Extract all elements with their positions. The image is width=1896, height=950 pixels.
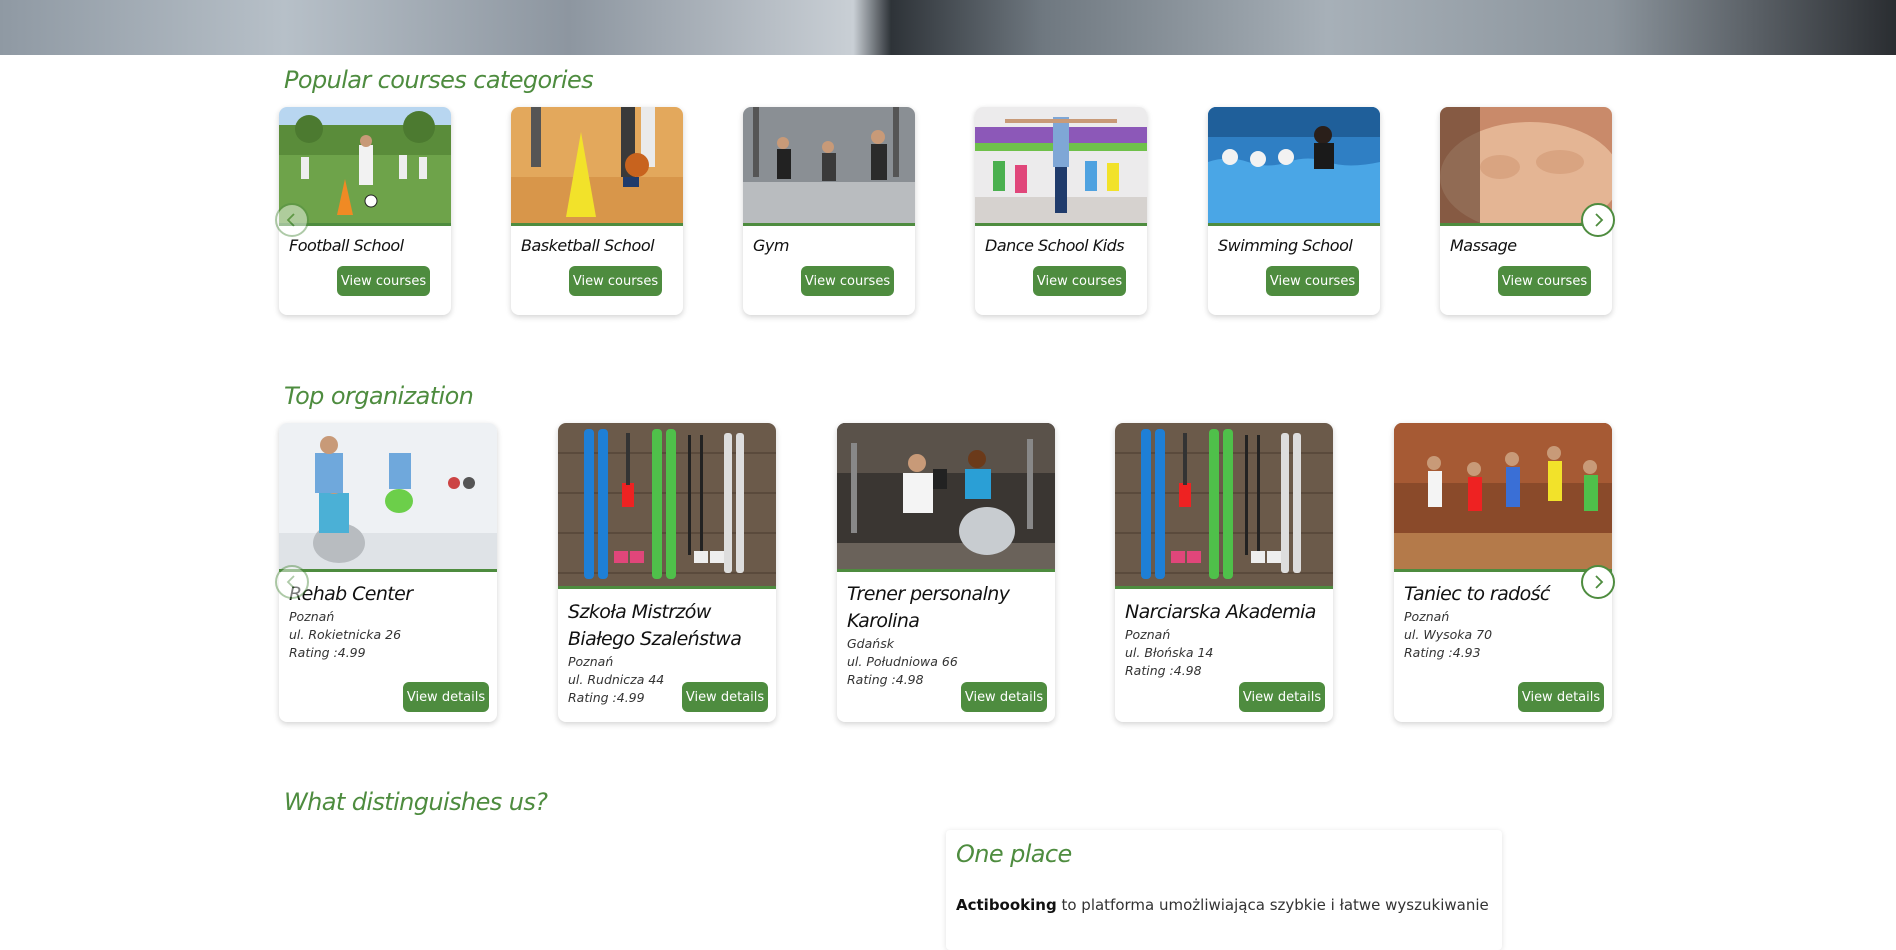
organization-name: Rehab Center: [289, 583, 413, 605]
view-details-button[interactable]: View details: [1239, 682, 1325, 712]
category-card: Dance School Kids View courses: [975, 107, 1147, 315]
feature-card-one-place: One place Actibooking to platforma umożl…: [946, 830, 1502, 950]
rehab-photo: [279, 423, 497, 572]
organization-city: Poznań: [1125, 627, 1171, 642]
organization-card: Taniec to radość Poznań ul. Wysoka 70 Ra…: [1394, 423, 1612, 722]
organization-card: Trener personalny Karolina Gdańsk ul. Po…: [837, 423, 1055, 722]
organization-info: Poznań ul. Rokietnicka 26 Rating :4.99: [289, 608, 401, 662]
organization-rating: Rating :4.98: [1125, 663, 1202, 678]
organization-street: ul. Rokietnicka 26: [289, 627, 402, 642]
distinguishes-title: What distinguishes us?: [284, 788, 548, 816]
view-courses-button[interactable]: View courses: [1266, 266, 1359, 296]
view-courses-button[interactable]: View courses: [1498, 266, 1591, 296]
category-name: Swimming School: [1218, 236, 1353, 255]
organization-city: Poznań: [289, 609, 335, 624]
feature-description: Actibooking to platforma umożliwiająca s…: [956, 896, 1489, 914]
dance-kids-photo: [975, 107, 1147, 226]
organization-name: Trener personalny Karolina: [847, 583, 1010, 632]
organization-name: Taniec to radość: [1404, 583, 1550, 605]
chevron-left-icon: [286, 213, 295, 227]
hero-banner-image: [0, 0, 1896, 55]
category-card: Swimming School View courses: [1208, 107, 1380, 315]
chevron-right-icon: [1595, 575, 1604, 589]
feature-text: to platforma umożliwiająca szybkie i łat…: [1056, 896, 1489, 914]
organization-name: Szkoła Mistrzów Białego Szaleństwa: [568, 601, 742, 650]
organization-street: ul. Południowa 66: [847, 654, 958, 669]
organization-info: Poznań ul. Rudnicza 44 Rating :4.99: [568, 653, 664, 707]
category-name: Basketball School: [521, 236, 655, 255]
organization-info: Poznań ul. Wysoka 70 Rating :4.93: [1404, 608, 1492, 662]
popular-categories-title: Popular courses categories: [284, 66, 594, 94]
organizations-prev-button[interactable]: [275, 565, 309, 599]
category-card: Gym View courses: [743, 107, 915, 315]
organization-info: Poznań ul. Błońska 14 Rating :4.98: [1125, 626, 1213, 680]
organization-rating: Rating :4.98: [847, 672, 924, 687]
trainer-photo: [837, 423, 1055, 572]
view-courses-button[interactable]: View courses: [1033, 266, 1126, 296]
view-details-button[interactable]: View details: [961, 682, 1047, 712]
skis-photo: [1115, 423, 1333, 589]
organization-city: Gdańsk: [847, 636, 894, 651]
category-name: Gym: [753, 236, 789, 255]
organization-rating: Rating :4.93: [1404, 645, 1481, 660]
category-name: Dance School Kids: [985, 236, 1125, 255]
organization-street: ul. Wysoka 70: [1404, 627, 1493, 642]
organization-name: Narciarska Akademia: [1125, 601, 1316, 623]
view-details-button[interactable]: View details: [1518, 682, 1604, 712]
view-details-button[interactable]: View details: [682, 682, 768, 712]
categories-carousel: Football School View courses Basketball …: [279, 107, 1612, 317]
organizations-carousel: Rehab Center Poznań ul. Rokietnicka 26 R…: [279, 423, 1612, 725]
organization-rating: Rating :4.99: [568, 690, 645, 705]
chevron-right-icon: [1595, 213, 1604, 227]
organization-card: Szkoła Mistrzów Białego Szaleństwa Pozna…: [558, 423, 776, 722]
view-courses-button[interactable]: View courses: [801, 266, 894, 296]
skis-photo: [558, 423, 776, 589]
organization-info: Gdańsk ul. Południowa 66 Rating :4.98: [847, 635, 958, 689]
feature-title: One place: [956, 840, 1072, 868]
categories-next-button[interactable]: [1581, 203, 1615, 237]
organization-rating: Rating :4.99: [289, 645, 366, 660]
organization-city: Poznań: [1404, 609, 1450, 624]
categories-prev-button[interactable]: [275, 203, 309, 237]
brand-name: Actibooking: [956, 896, 1057, 914]
swimming-photo: [1208, 107, 1380, 226]
gym-photo: [743, 107, 915, 226]
category-name: Massage: [1450, 236, 1517, 255]
view-courses-button[interactable]: View courses: [337, 266, 430, 296]
organization-street: ul. Błońska 14: [1125, 645, 1214, 660]
organization-card: Rehab Center Poznań ul. Rokietnicka 26 R…: [279, 423, 497, 722]
organizations-next-button[interactable]: [1581, 565, 1615, 599]
chevron-left-icon: [286, 575, 295, 589]
dance-photo: [1394, 423, 1612, 572]
category-name: Football School: [289, 236, 404, 255]
view-courses-button[interactable]: View courses: [569, 266, 662, 296]
organization-street: ul. Rudnicza 44: [568, 672, 665, 687]
organization-card: Narciarska Akademia Poznań ul. Błońska 1…: [1115, 423, 1333, 722]
basketball-photo: [511, 107, 683, 226]
organization-city: Poznań: [568, 654, 614, 669]
top-organization-title: Top organization: [284, 382, 474, 410]
view-details-button[interactable]: View details: [403, 682, 489, 712]
category-card: Basketball School View courses: [511, 107, 683, 315]
